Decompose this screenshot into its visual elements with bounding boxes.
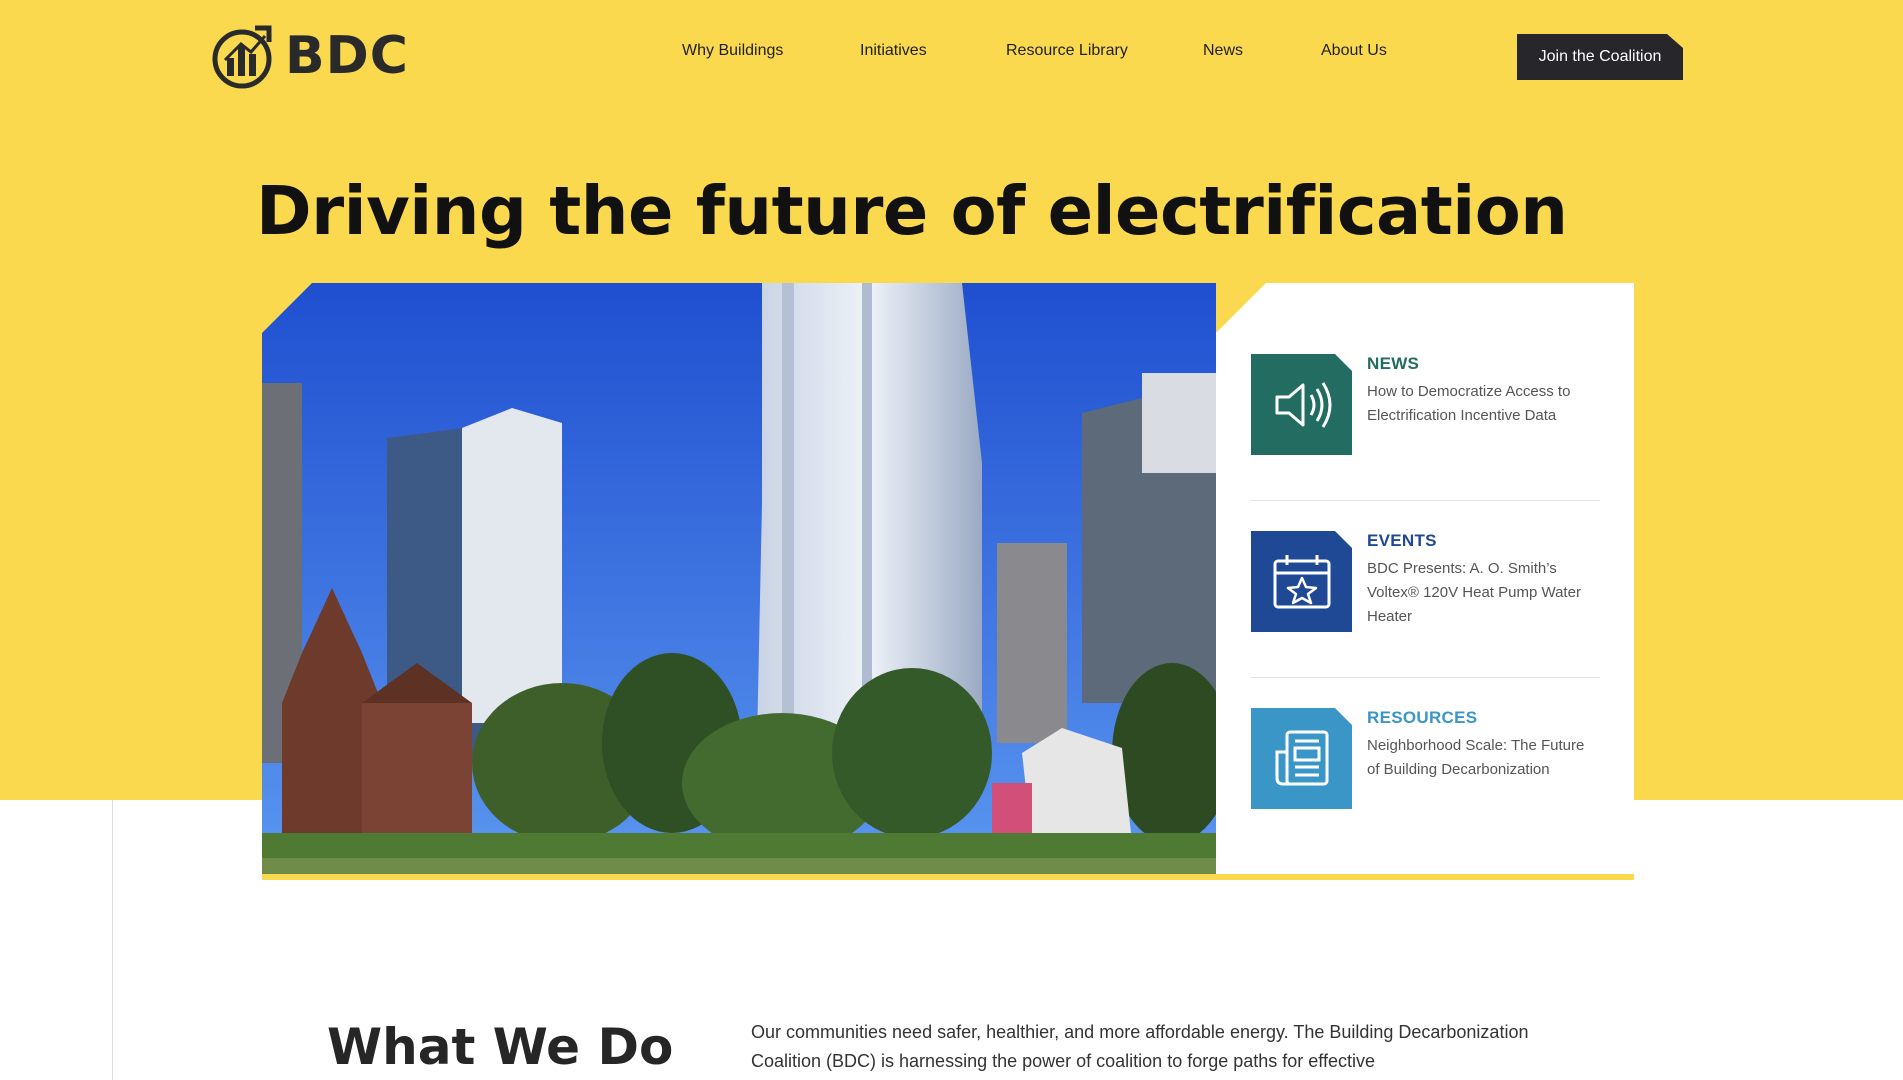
- what-we-do-text: Our communities need safer, healthier, a…: [751, 1022, 1529, 1071]
- events-category: EVENTS: [1367, 531, 1437, 550]
- hero-photo: [262, 283, 1216, 875]
- resources-title: Neighborhood Scale: The Future of Buildi…: [1367, 737, 1585, 778]
- events-title: BDC Presents: A. O. Smith’s Voltex® 120V…: [1367, 560, 1581, 625]
- nav-about-us[interactable]: About Us: [1321, 42, 1387, 60]
- logo-wordmark: BDC: [285, 26, 409, 86]
- card-divider: [1251, 677, 1600, 678]
- building-chart-icon: [212, 25, 272, 89]
- nav-why-buildings[interactable]: Why Buildings: [682, 42, 783, 60]
- logo-link[interactable]: BDC: [211, 20, 409, 92]
- news-card[interactable]: NEWS How to Democratize Access to Electr…: [1251, 354, 1611, 464]
- hero-title: Driving the future of electrification: [256, 172, 1568, 250]
- events-card[interactable]: EVENTS BDC Presents: A. O. Smith’s Volte…: [1251, 531, 1611, 641]
- calendar-star-icon: [1251, 531, 1352, 632]
- nav-initiatives[interactable]: Initiatives: [860, 42, 927, 60]
- news-title: How to Democratize Access to Electrifica…: [1367, 383, 1571, 424]
- speaker-icon: [1251, 354, 1352, 455]
- site-header: BDC Why Buildings Initiatives Resource L…: [0, 0, 1903, 115]
- left-divider-line: [112, 800, 113, 1080]
- join-coalition-button[interactable]: Join the Coalition: [1517, 34, 1683, 80]
- hero-underline: [262, 874, 1634, 880]
- newspaper-icon: [1251, 708, 1352, 809]
- resources-category: RESOURCES: [1367, 708, 1478, 727]
- what-we-do-title: What We Do: [327, 1018, 674, 1076]
- nav-resource-library[interactable]: Resource Library: [1006, 42, 1128, 60]
- resources-card[interactable]: RESOURCES Neighborhood Scale: The Future…: [1251, 708, 1611, 818]
- nav-news[interactable]: News: [1203, 42, 1243, 60]
- news-category: NEWS: [1367, 354, 1420, 373]
- card-divider: [1251, 500, 1600, 501]
